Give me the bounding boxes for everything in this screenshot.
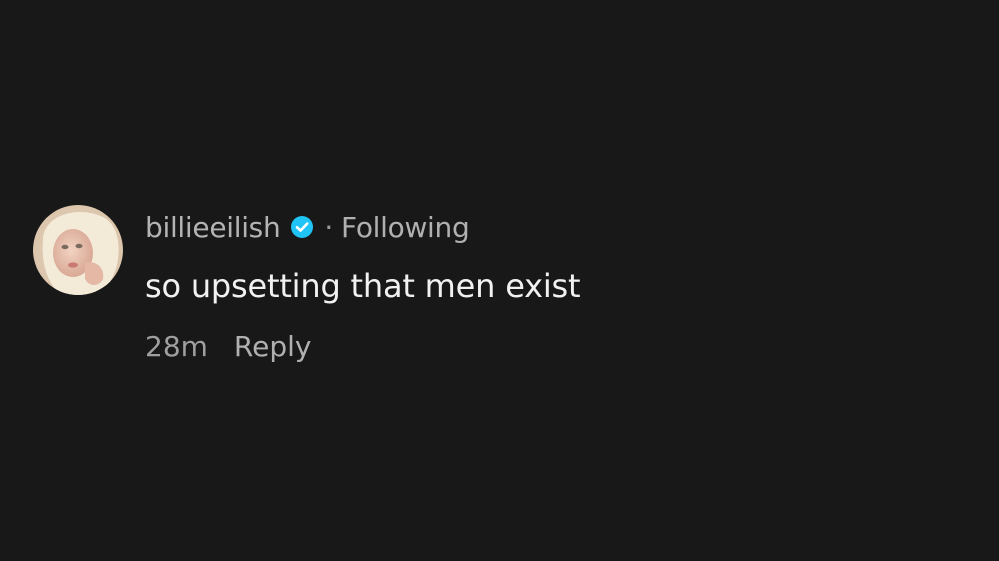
- comment-meta: billieeilish · Following: [145, 205, 580, 249]
- comment-actions: 28m Reply: [145, 325, 580, 367]
- comment-body: billieeilish · Following so upsetting th…: [145, 205, 581, 367]
- verified-check-icon: [290, 215, 314, 239]
- separator-dot: ·: [324, 210, 334, 244]
- avatar[interactable]: [33, 205, 123, 295]
- reply-button[interactable]: Reply: [234, 330, 312, 363]
- username-link[interactable]: billieeilish: [145, 211, 281, 244]
- comment-item: billieeilish · Following so upsetting th…: [33, 205, 581, 367]
- avatar-image: [33, 205, 123, 295]
- following-status: Following: [341, 210, 470, 244]
- comment-text: so upsetting that men exist: [145, 267, 581, 305]
- comment-timestamp: 28m: [145, 329, 208, 363]
